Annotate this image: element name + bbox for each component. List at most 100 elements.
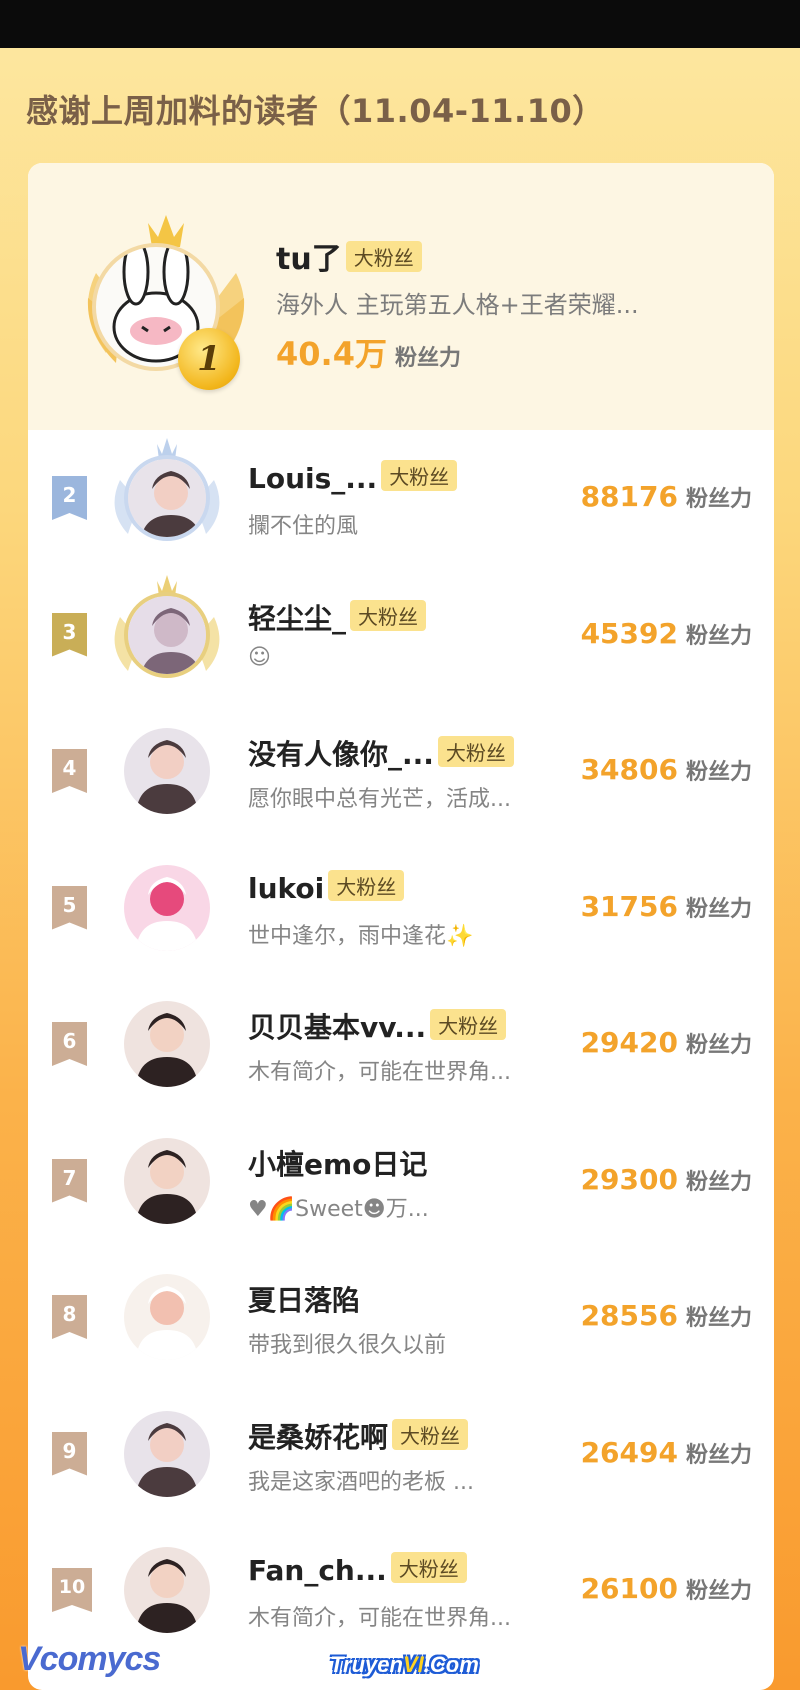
first-place-bio: 海外人 主玩第五人格+王者荣耀... <box>276 291 639 319</box>
user-name[interactable]: tu了 <box>276 242 342 277</box>
watermark-truyenvi: TruyenVI.Com <box>330 1652 479 1678</box>
fan-badge: 大粉丝 <box>350 599 427 631</box>
user-name[interactable]: 夏日落陷 <box>248 1284 360 1317</box>
rank-ribbon: 4 <box>52 749 87 793</box>
status-bar <box>0 0 800 48</box>
avatar[interactable] <box>124 1001 210 1087</box>
ranking-row[interactable]: 5 lukoi 大粉丝世中逢尔，雨中逢花✨ 31756 粉丝力 <box>28 840 774 976</box>
score-value: 29300 <box>580 1162 678 1196</box>
fan-badge: 大粉丝 <box>437 736 514 767</box>
user-name[interactable]: Fan_ch... <box>248 1554 387 1587</box>
avatar[interactable] <box>124 1410 210 1497</box>
avatar[interactable] <box>124 1274 210 1360</box>
user-bio: 世中逢尔，雨中逢花✨ <box>248 923 474 949</box>
first-place-name: tu了 大粉丝 <box>276 234 422 278</box>
watermark-part-c: .Com <box>423 1652 479 1677</box>
user-bio: 我是这家酒吧的老板 ... <box>248 1469 474 1495</box>
person-avatar-icon <box>124 1001 210 1087</box>
score-unit: 粉丝力 <box>685 1169 752 1195</box>
score-value: 26494 <box>580 1435 678 1469</box>
fan-score: 45392 粉丝力 <box>581 617 752 650</box>
person-avatar-icon <box>124 1137 210 1224</box>
fan-score: 26100 粉丝力 <box>581 1572 752 1605</box>
score-value: 29420 <box>580 1026 678 1059</box>
avatar[interactable] <box>124 864 210 951</box>
avatar[interactable] <box>124 455 210 541</box>
user-name[interactable]: 没有人像你_... <box>248 738 434 771</box>
watermark-part-b: VI <box>402 1652 424 1677</box>
user-bio: 攔不住的風 <box>248 514 359 539</box>
ranking-row[interactable]: 10 Fan_ch... 大粉丝 木有简介，可能在世界角... 26100 粉丝力 <box>28 1522 774 1658</box>
score-value: 88176 <box>580 480 678 513</box>
user-bio: 木有简介，可能在世界角... <box>248 1606 511 1631</box>
score-unit: 粉丝力 <box>685 487 752 512</box>
ranking-row[interactable]: 8 夏日落陷带我到很久很久以前 28556 粉丝力 <box>28 1249 774 1385</box>
fan-badge: 大粉丝 <box>328 869 405 901</box>
score-value: 31756 <box>580 889 678 923</box>
avatar[interactable] <box>124 728 210 814</box>
first-place-row[interactable]: 1 tu了 大粉丝 海外人 主玩第五人格+王者荣耀... 40.4万 粉丝力 <box>28 163 774 430</box>
fan-score: 34806 粉丝力 <box>581 753 752 786</box>
user-name[interactable]: lukoi <box>248 872 324 905</box>
score-unit: 粉丝力 <box>685 1442 752 1468</box>
fan-score: 29300 粉丝力 <box>581 1163 752 1196</box>
ranking-row[interactable]: 2 Louis_... 大粉丝 攔不住的風 88176 粉丝力 <box>28 430 774 566</box>
fan-score: 26494 粉丝力 <box>581 1436 752 1469</box>
fan-badge: 大粉丝 <box>345 241 422 272</box>
user-bio: 木有简介，可能在世界角... <box>248 1060 511 1085</box>
score-unit: 粉丝力 <box>685 1306 752 1331</box>
rank-ribbon: 8 <box>52 1295 87 1339</box>
person-avatar-icon <box>124 1547 210 1633</box>
fan-badge: 大粉丝 <box>381 460 458 491</box>
couple-avatar-icon <box>124 728 210 814</box>
user-name-line: lukoi 大粉丝 <box>248 869 405 905</box>
page-title: 感谢上周加料的读者（11.04-11.10） <box>26 92 605 130</box>
avatar[interactable] <box>124 591 210 678</box>
rank-medal-1: 1 <box>178 328 240 390</box>
user-name[interactable]: Louis_... <box>248 462 377 495</box>
rank-ribbon: 5 <box>52 885 87 930</box>
ranking-card: 1 tu了 大粉丝 海外人 主玩第五人格+王者荣耀... 40.4万 粉丝力 2 Lo… <box>28 163 774 1690</box>
user-bio: ☺ <box>248 644 271 670</box>
watermark-part-a: Truyen <box>330 1652 403 1677</box>
avatar[interactable] <box>124 1547 210 1633</box>
user-name-line: 轻尘尘_ 大粉丝 <box>248 597 427 637</box>
rank-ribbon: 7 <box>52 1158 87 1203</box>
user-bio: 愿你眼中总有光芒，活成... <box>248 787 511 812</box>
ranking-row[interactable]: 9 是桑娇花啊 大粉丝 我是这家酒吧的老板 ... 26494 粉丝力 <box>28 1386 774 1522</box>
ranking-row[interactable]: 4 没有人像你_... 大粉丝愿你眼中总有光芒，活成... 34806 粉丝力 <box>28 703 774 839</box>
user-name-line: 夏日落陷 <box>248 1279 360 1319</box>
rank-ribbon: 3 <box>52 612 87 657</box>
fan-score: 28556 粉丝力 <box>581 1299 752 1332</box>
fan-badge: 大粉丝 <box>430 1009 507 1040</box>
ranking-row[interactable]: 6 贝贝基本vv... 大粉丝木有简介，可能在世界角... 29420 粉丝力 <box>28 976 774 1112</box>
user-name-line: 没有人像你_... 大粉丝 <box>248 733 514 773</box>
ranking-row[interactable]: 7 小檀emo日记 ♥🌈Sweet☻万... 29300 粉丝力 <box>28 1113 774 1249</box>
avatar[interactable] <box>124 1137 210 1224</box>
user-name-line: 贝贝基本vv... 大粉丝 <box>248 1006 507 1046</box>
user-name[interactable]: 贝贝基本vv... <box>248 1011 426 1044</box>
couple-avatar-icon <box>124 1410 210 1497</box>
rank-ribbon: 6 <box>52 1022 87 1066</box>
kitty-avatar-icon <box>124 864 210 951</box>
user-name[interactable]: 小檀emo日记 <box>248 1148 427 1181</box>
score-value: 40.4万 <box>276 335 387 373</box>
score-unit: 粉丝力 <box>685 1579 752 1604</box>
ranking-row[interactable]: 3 轻尘尘_ 大粉丝 ☺ 45392 粉丝力 <box>28 567 774 703</box>
user-bio: 带我到很久很久以前 <box>248 1333 447 1358</box>
sheep-avatar-icon <box>124 1274 210 1360</box>
score-value: 28556 <box>580 1299 678 1332</box>
user-name-line: Louis_... 大粉丝 <box>248 460 458 495</box>
first-place-score: 40.4万 粉丝力 <box>276 329 461 375</box>
fan-score: 88176 粉丝力 <box>581 480 752 513</box>
watermark-vcomycs: Vcomycs <box>18 1640 161 1678</box>
user-bio: ♥🌈Sweet☻万... <box>248 1196 429 1222</box>
fan-score: 31756 粉丝力 <box>581 890 752 923</box>
fan-score: 29420 粉丝力 <box>581 1026 752 1059</box>
user-name[interactable]: 轻尘尘_ <box>248 602 346 635</box>
score-value: 26100 <box>580 1572 678 1605</box>
user-name[interactable]: 是桑娇花啊 <box>248 1421 388 1454</box>
score-unit: 粉丝力 <box>685 1033 752 1058</box>
rank-ribbon: 9 <box>52 1431 87 1476</box>
user-name-line: Fan_ch... 大粉丝 <box>248 1552 467 1587</box>
